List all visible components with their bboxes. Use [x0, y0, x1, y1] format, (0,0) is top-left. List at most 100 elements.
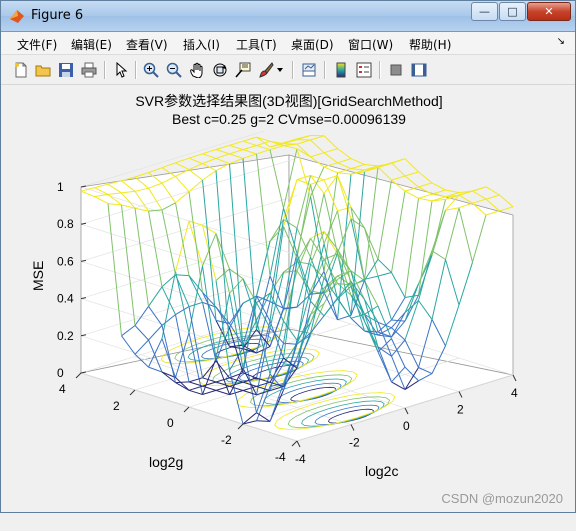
mesh-line — [230, 154, 244, 159]
zoom-in-icon[interactable] — [141, 60, 161, 80]
mesh-line — [176, 158, 190, 163]
link-plot-icon[interactable] — [299, 60, 319, 80]
open-file-icon[interactable] — [33, 60, 53, 80]
x-tick-label: 2 — [457, 403, 464, 417]
mesh-line — [297, 140, 311, 144]
y-tick-label: 2 — [113, 399, 120, 413]
mesh-line — [243, 146, 257, 150]
menu-view[interactable]: 查看(V) — [126, 36, 168, 53]
zoom-out-icon[interactable] — [164, 60, 184, 80]
menu-edit[interactable]: 编辑(E) — [71, 36, 112, 53]
menu-insert[interactable]: 插入(I) — [183, 36, 220, 53]
window-controls: — □ ✕ — [470, 2, 571, 22]
mesh-line — [378, 167, 392, 180]
mesh-line — [311, 136, 325, 140]
mesh-line — [243, 137, 257, 141]
mesh-line — [203, 154, 217, 159]
mesh-line — [392, 163, 406, 176]
y-tick-label: -4 — [275, 450, 286, 464]
mesh-line — [176, 163, 190, 170]
y-axis-label: log2g — [149, 454, 183, 470]
data-cursor-icon[interactable] — [233, 60, 253, 80]
x-tick-label: 4 — [511, 386, 518, 400]
mesh-line — [473, 191, 487, 199]
mesh-line — [189, 154, 203, 158]
mesh-line — [338, 159, 352, 163]
x-tick-mark — [513, 375, 516, 381]
title-bar[interactable]: Figure 6 — □ ✕ — [1, 1, 575, 32]
mesh-line — [486, 195, 500, 199]
minimize-button[interactable]: — — [471, 2, 498, 21]
x-tick-label: -2 — [349, 436, 360, 450]
new-figure-icon[interactable] — [11, 60, 31, 80]
mesh-line — [149, 168, 163, 173]
menu-help[interactable]: 帮助(H) — [409, 36, 451, 53]
maximize-button[interactable]: □ — [499, 2, 526, 21]
show-plot-tools-icon[interactable] — [409, 60, 429, 80]
mesh-line — [243, 141, 257, 145]
plot-subtitle: Best c=0.25 g=2 CVmse=0.00096139 — [1, 111, 576, 127]
mesh-line — [351, 165, 365, 169]
z-tick-label: 0.6 — [57, 254, 74, 268]
mesh-line — [257, 150, 271, 154]
close-button[interactable]: ✕ — [527, 2, 571, 21]
mesh-line — [500, 207, 514, 211]
rotate-3d-icon[interactable] — [210, 60, 230, 80]
z-tick-label: 0.8 — [57, 217, 74, 231]
print-icon[interactable] — [79, 60, 99, 80]
y-tick-label: 0 — [167, 416, 174, 430]
mesh-line — [216, 150, 230, 154]
mesh-line — [473, 187, 487, 191]
menu-window[interactable]: 窗口(W) — [348, 36, 393, 53]
menu-desktop[interactable]: 桌面(D) — [291, 36, 334, 53]
y-tick-mark — [292, 441, 297, 446]
toolbar-separator — [292, 61, 294, 79]
mesh-line — [338, 163, 352, 169]
hide-plot-tools-icon[interactable] — [386, 60, 406, 80]
mesh-line — [446, 190, 460, 193]
mesh-line — [203, 158, 217, 163]
mesh-line — [324, 149, 338, 153]
figure-canvas[interactable]: SVR参数选择结果图(3D视图)[GridSearchMethod] Best … — [1, 85, 575, 512]
mesh-line — [297, 136, 311, 139]
select-arrow-icon[interactable] — [111, 60, 131, 80]
mesh-line — [284, 140, 298, 143]
mesh-line — [324, 136, 338, 149]
mesh-line — [216, 158, 230, 163]
surface-plot-axes[interactable]: 00.20.40.60.81 -4-2024 -4-2024 MSE log2g… — [1, 131, 575, 531]
mesh-line — [351, 169, 365, 170]
mesh-line — [189, 158, 203, 163]
mesh-line — [257, 421, 271, 422]
legend-icon[interactable] — [354, 60, 374, 80]
figure-window: Figure 6 — □ ✕ 文件(F) 编辑(E) 查看(V) 插入(I) 工… — [0, 0, 576, 513]
mesh-line — [392, 159, 406, 164]
mesh-line — [432, 190, 446, 194]
mesh-line — [419, 183, 433, 187]
brush-icon[interactable] — [256, 60, 276, 80]
x-tick-label: 0 — [403, 419, 410, 433]
y-tick-label: 4 — [59, 382, 66, 396]
mesh-line — [230, 150, 244, 154]
mesh-line — [284, 146, 298, 149]
toolbar-separator — [324, 61, 326, 79]
mesh-line — [405, 172, 419, 176]
save-icon[interactable] — [56, 60, 76, 80]
x-axis-label: log2c — [365, 463, 398, 479]
watermark-text: CSDN @mozun2020 — [441, 491, 563, 506]
menu-file[interactable]: 文件(F) — [17, 36, 57, 53]
y-tick-mark — [130, 390, 135, 395]
y-tick-mark — [238, 424, 243, 429]
mesh-line — [486, 187, 500, 195]
mesh-line — [243, 154, 257, 159]
z-tick-label: 0 — [57, 366, 64, 380]
y-tick-mark — [184, 407, 189, 412]
mesh-line — [392, 176, 406, 180]
x-tick-mark — [297, 441, 300, 447]
brush-dropdown-icon[interactable] — [275, 60, 285, 80]
pan-hand-icon[interactable] — [187, 60, 207, 80]
menu-overflow-icon[interactable]: ↘ — [557, 36, 565, 47]
colorbar-icon[interactable] — [331, 60, 351, 80]
mesh-line — [473, 199, 487, 203]
menu-tools[interactable]: 工具(T) — [236, 36, 277, 53]
mesh-line — [419, 172, 433, 183]
